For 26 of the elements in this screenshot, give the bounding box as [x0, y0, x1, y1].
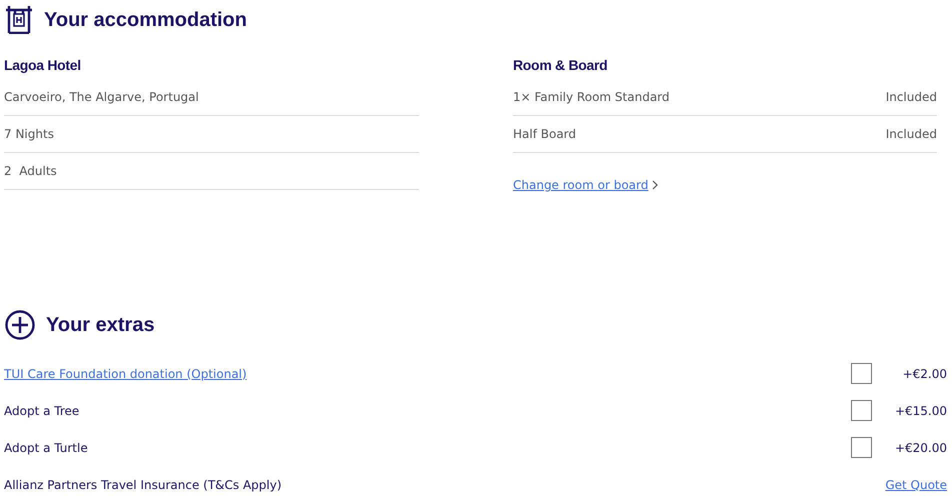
- extra-label: Allianz Partners Travel Insurance (T&Cs Apply): [4, 478, 282, 492]
- extra-label: Adopt a Tree: [4, 404, 80, 418]
- checkbox[interactable]: [851, 437, 872, 458]
- checkbox[interactable]: [851, 363, 872, 384]
- extra-label: Adopt a Turtle: [4, 440, 88, 454]
- item-status: Included: [886, 89, 937, 106]
- chevron-right-icon: [652, 180, 658, 190]
- price-text: +€15.00: [894, 404, 947, 418]
- extra-link[interactable]: TUI Care Foundation donation (Optional): [4, 366, 247, 380]
- item-status: Included: [886, 126, 937, 143]
- quote-link[interactable]: Get Quote: [885, 478, 947, 492]
- change-link[interactable]: Change room or board: [513, 178, 648, 192]
- section-title: Your extras: [46, 314, 155, 336]
- checkbox[interactable]: [851, 400, 872, 421]
- section-heading: Room & Board: [513, 56, 608, 75]
- hotel-sign-icon: [5, 6, 33, 34]
- price-text: +€20.00: [894, 440, 947, 454]
- hotel-name: Lagoa Hotel: [4, 56, 82, 75]
- section-title: Your accommodation: [44, 8, 247, 32]
- item-label: Half Board: [513, 126, 576, 143]
- detail-text: Carvoeiro, The Algarve, Portugal: [4, 89, 199, 106]
- price-text: +€2.00: [902, 366, 947, 380]
- detail-text: 2 Adults: [4, 163, 57, 180]
- item-label: 1× Family Room Standard: [513, 89, 670, 106]
- plus-circle-icon: [5, 310, 35, 340]
- detail-text: 7 Nights: [4, 126, 54, 143]
